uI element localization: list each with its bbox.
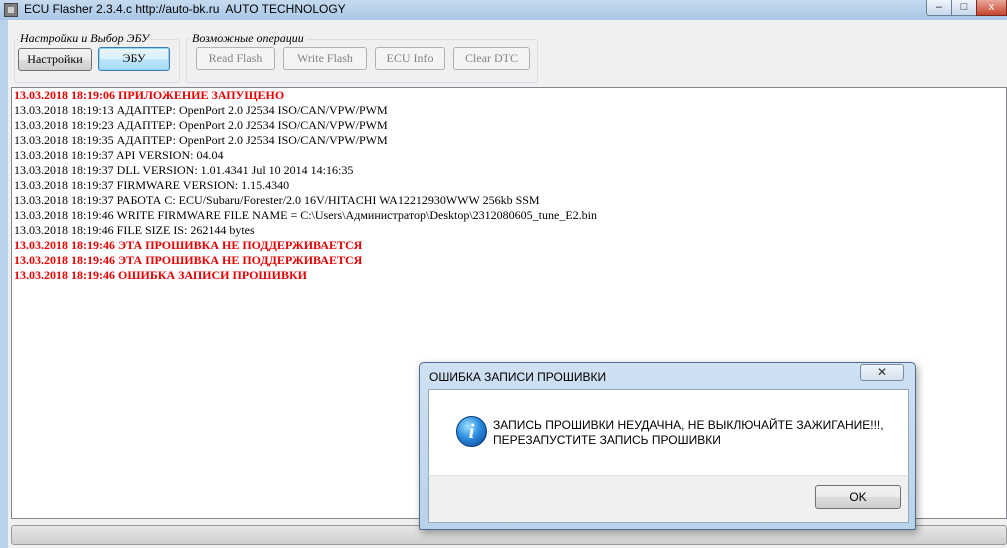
window-title: ECU Flasher 2.3.4.c http://auto-bk.ru AU… [24, 2, 346, 16]
dialog-title: ОШИБКА ЗАПИСИ ПРОШИВКИ [429, 370, 607, 384]
dialog-message-line1: ЗАПИСЬ ПРОШИВКИ НЕУДАЧНА, НЕ ВЫКЛЮЧАЙТЕ … [493, 418, 884, 432]
ok-button[interactable]: OK [815, 485, 901, 509]
info-icon: i [456, 416, 487, 447]
app-icon [4, 3, 18, 17]
maximize-button[interactable]: □ [951, 0, 977, 16]
title-bar[interactable]: ECU Flasher 2.3.4.c http://auto-bk.ru AU… [0, 0, 1007, 20]
log-line: 13.03.2018 18:19:46 FILE SIZE IS: 262144… [14, 223, 255, 237]
log-line: 13.03.2018 18:19:46 ЭТА ПРОШИВКА НЕ ПОДД… [14, 238, 363, 252]
ecu-button[interactable]: ЭБУ [98, 47, 170, 71]
settings-button[interactable]: Настройки [18, 48, 92, 71]
dialog-footer: OK [428, 475, 909, 523]
log-line: 13.03.2018 18:19:46 ОШИБКА ЗАПИСИ ПРОШИВ… [14, 268, 307, 282]
settings-group-label: Настройки и Выбор ЭБУ [18, 31, 152, 46]
log-line: 13.03.2018 18:19:37 API VERSION: 04.04 [14, 148, 224, 162]
log-line: 13.03.2018 18:19:37 FIRMWARE VERSION: 1.… [14, 178, 290, 192]
ecu-info-button[interactable]: ECU Info [375, 47, 445, 70]
log-line: 13.03.2018 18:19:46 WRITE FIRMWARE FILE … [14, 208, 597, 222]
dialog-message: ЗАПИСЬ ПРОШИВКИ НЕУДАЧНА, НЕ ВЫКЛЮЧАЙТЕ … [493, 418, 884, 448]
dialog-close-button[interactable]: ✕ [860, 364, 904, 381]
read-flash-button[interactable]: Read Flash [196, 47, 275, 70]
dialog-message-line2: ПЕРЕЗАПУСТИТЕ ЗАПИСЬ ПРОШИВКИ [493, 433, 721, 447]
error-dialog: ОШИБКА ЗАПИСИ ПРОШИВКИ ✕ i ЗАПИСЬ ПРОШИВ… [419, 362, 916, 530]
log-line: 13.03.2018 18:19:46 ЭТА ПРОШИВКА НЕ ПОДД… [14, 253, 363, 267]
operations-group-label: Возможные операции [190, 31, 306, 46]
clear-dtc-button[interactable]: Clear DTC [453, 47, 530, 70]
dialog-body: i ЗАПИСЬ ПРОШИВКИ НЕУДАЧНА, НЕ ВЫКЛЮЧАЙТ… [428, 389, 909, 475]
log-line: 13.03.2018 18:19:23 АДАПТЕР: OpenPort 2.… [14, 118, 388, 132]
log-line: 13.03.2018 18:19:37 РАБОТА С: ECU/Subaru… [14, 193, 540, 207]
log-line: 13.03.2018 18:19:13 АДАПТЕР: OpenPort 2.… [14, 103, 388, 117]
log-line: 13.03.2018 18:19:06 ПРИЛОЖЕНИЕ ЗАПУЩЕНО [14, 88, 285, 102]
close-window-button[interactable]: x [976, 0, 1007, 16]
write-flash-button[interactable]: Write Flash [283, 47, 367, 70]
log-line: 13.03.2018 18:19:35 АДАПТЕР: OpenPort 2.… [14, 133, 388, 147]
minimize-button[interactable]: – [926, 0, 952, 16]
log-line: 13.03.2018 18:19:37 DLL VERSION: 1.01.43… [14, 163, 354, 177]
